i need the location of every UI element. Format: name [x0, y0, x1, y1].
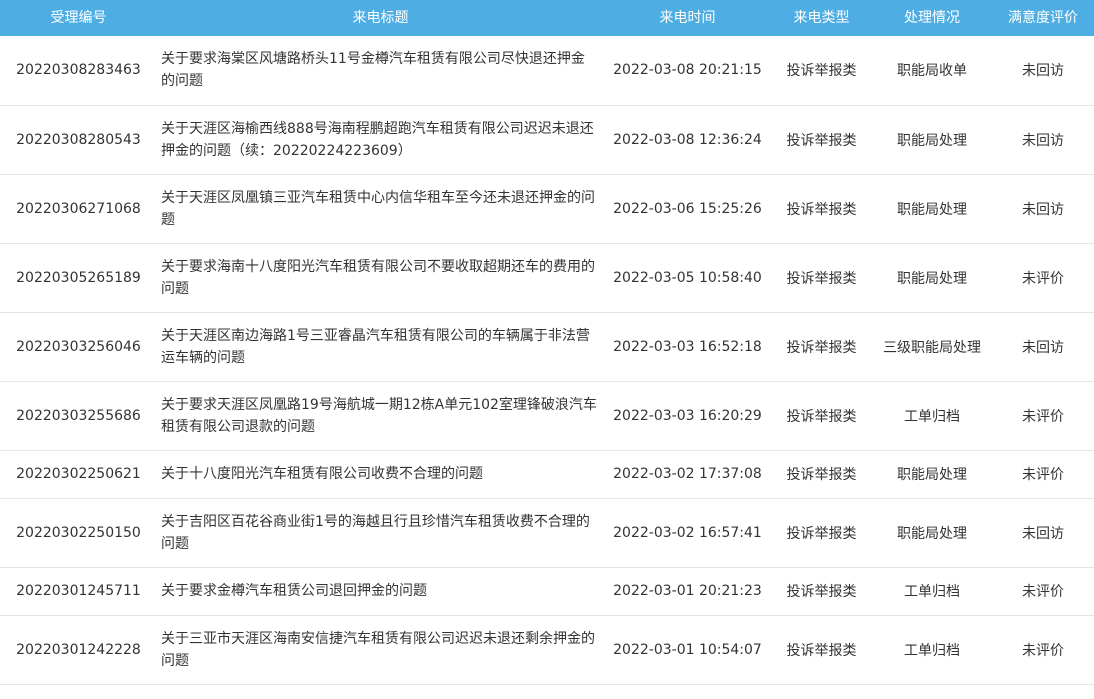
cell-rating: 未回访	[992, 105, 1094, 175]
cell-id: 20220302250621	[0, 450, 157, 499]
cell-rating: 未评价	[992, 615, 1094, 685]
cell-type: 投诉举报类	[771, 450, 872, 499]
header-row: 受理编号 来电标题 来电时间 来电类型 处理情况 满意度评价	[0, 0, 1094, 36]
cell-status: 职能局处理	[872, 450, 992, 499]
header-status: 处理情况	[872, 0, 992, 36]
cell-title: 关于要求海南十八度阳光汽车租赁有限公司不要收取超期还车的费用的问题	[157, 243, 604, 313]
cell-time: 2022-03-08 20:21:15	[604, 36, 771, 106]
title-link[interactable]: 关于三亚市天涯区海南安信捷汽车租赁有限公司迟迟未退还剩余押金的问题	[161, 631, 595, 669]
title-link[interactable]: 关于要求海南十八度阳光汽车租赁有限公司不要收取超期还车的费用的问题	[161, 259, 595, 297]
cell-id: 20220301242228	[0, 615, 157, 685]
cell-type: 投诉举报类	[771, 243, 872, 313]
table-row: 20220302250150 关于吉阳区百花谷商业街1号的海越且行且珍惜汽车租赁…	[0, 498, 1094, 568]
table-row: 20220306271068 关于天涯区凤凰镇三亚汽车租赁中心内信华租车至今还未…	[0, 174, 1094, 244]
table-header: 受理编号 来电标题 来电时间 来电类型 处理情况 满意度评价	[0, 0, 1094, 36]
cell-id: 20220305265189	[0, 243, 157, 313]
table-body: 20220308283463 关于要求海棠区风塘路桥头11号金樽汽车租赁有限公司…	[0, 36, 1094, 685]
cell-title: 关于要求天涯区凤凰路19号海航城一期12栋A单元102室理锋破浪汽车租赁有限公司…	[157, 381, 604, 451]
table-row: 20220308280543 关于天涯区海榆西线888号海南程鹏超跑汽车租赁有限…	[0, 105, 1094, 175]
table-row: 20220303255686 关于要求天涯区凤凰路19号海航城一期12栋A单元1…	[0, 381, 1094, 451]
cell-time: 2022-03-03 16:20:29	[604, 381, 771, 451]
cell-id: 20220308283463	[0, 36, 157, 106]
cell-title: 关于天涯区海榆西线888号海南程鹏超跑汽车租赁有限公司迟迟未退还押金的问题（续：…	[157, 105, 604, 175]
header-rating: 满意度评价	[992, 0, 1094, 36]
cell-type: 投诉举报类	[771, 312, 872, 382]
table-row: 20220301242228 关于三亚市天涯区海南安信捷汽车租赁有限公司迟迟未退…	[0, 615, 1094, 685]
cell-status: 三级职能局处理	[872, 312, 992, 382]
cell-time: 2022-03-03 16:52:18	[604, 312, 771, 382]
cell-rating: 未评价	[992, 243, 1094, 313]
table-row: 20220303256046 关于天涯区南边海路1号三亚睿晶汽车租赁有限公司的车…	[0, 312, 1094, 382]
header-time: 来电时间	[604, 0, 771, 36]
cell-title: 关于要求金樽汽车租赁公司退回押金的问题	[157, 567, 604, 616]
cell-title: 关于要求海棠区风塘路桥头11号金樽汽车租赁有限公司尽快退还押金的问题	[157, 36, 604, 106]
cell-id: 20220302250150	[0, 498, 157, 568]
cell-status: 工单归档	[872, 567, 992, 616]
cell-rating: 未回访	[992, 174, 1094, 244]
cell-id: 20220306271068	[0, 174, 157, 244]
cell-title: 关于三亚市天涯区海南安信捷汽车租赁有限公司迟迟未退还剩余押金的问题	[157, 615, 604, 685]
cell-status: 职能局处理	[872, 105, 992, 175]
cell-type: 投诉举报类	[771, 105, 872, 175]
title-link[interactable]: 关于要求海棠区风塘路桥头11号金樽汽车租赁有限公司尽快退还押金的问题	[161, 51, 585, 89]
cell-rating: 未回访	[992, 498, 1094, 568]
cell-rating: 未回访	[992, 312, 1094, 382]
cell-type: 投诉举报类	[771, 174, 872, 244]
cell-type: 投诉举报类	[771, 36, 872, 106]
table-row: 20220301245711 关于要求金樽汽车租赁公司退回押金的问题 2022-…	[0, 567, 1094, 616]
cell-status: 职能局处理	[872, 243, 992, 313]
title-link[interactable]: 关于要求天涯区凤凰路19号海航城一期12栋A单元102室理锋破浪汽车租赁有限公司…	[161, 397, 597, 435]
cell-time: 2022-03-06 15:25:26	[604, 174, 771, 244]
cell-time: 2022-03-08 12:36:24	[604, 105, 771, 175]
cell-title: 关于吉阳区百花谷商业街1号的海越且行且珍惜汽车租赁收费不合理的问题	[157, 498, 604, 568]
cell-title: 关于天涯区凤凰镇三亚汽车租赁中心内信华租车至今还未退还押金的问题	[157, 174, 604, 244]
cell-time: 2022-03-02 16:57:41	[604, 498, 771, 568]
title-link[interactable]: 关于天涯区海榆西线888号海南程鹏超跑汽车租赁有限公司迟迟未退还押金的问题（续：…	[161, 121, 594, 159]
cell-rating: 未回访	[992, 36, 1094, 106]
cell-id: 20220308280543	[0, 105, 157, 175]
cell-type: 投诉举报类	[771, 381, 872, 451]
header-id: 受理编号	[0, 0, 157, 36]
header-type: 来电类型	[771, 0, 872, 36]
cell-rating: 未评价	[992, 567, 1094, 616]
cell-status: 工单归档	[872, 381, 992, 451]
cell-type: 投诉举报类	[771, 615, 872, 685]
table-row: 20220305265189 关于要求海南十八度阳光汽车租赁有限公司不要收取超期…	[0, 243, 1094, 313]
cell-time: 2022-03-01 10:54:07	[604, 615, 771, 685]
table-row: 20220308283463 关于要求海棠区风塘路桥头11号金樽汽车租赁有限公司…	[0, 36, 1094, 106]
cell-id: 20220303255686	[0, 381, 157, 451]
cell-id: 20220303256046	[0, 312, 157, 382]
cell-status: 工单归档	[872, 615, 992, 685]
title-link[interactable]: 关于天涯区南边海路1号三亚睿晶汽车租赁有限公司的车辆属于非法营运车辆的问题	[161, 328, 590, 366]
cell-title: 关于十八度阳光汽车租赁有限公司收费不合理的问题	[157, 450, 604, 499]
cell-id: 20220301245711	[0, 567, 157, 616]
cell-rating: 未评价	[992, 381, 1094, 451]
title-link[interactable]: 关于要求金樽汽车租赁公司退回押金的问题	[161, 583, 427, 599]
complaint-table: 受理编号 来电标题 来电时间 来电类型 处理情况 满意度评价 202203082…	[0, 0, 1094, 685]
cell-type: 投诉举报类	[771, 498, 872, 568]
cell-status: 职能局处理	[872, 498, 992, 568]
table-row: 20220302250621 关于十八度阳光汽车租赁有限公司收费不合理的问题 2…	[0, 450, 1094, 499]
cell-time: 2022-03-05 10:58:40	[604, 243, 771, 313]
cell-type: 投诉举报类	[771, 567, 872, 616]
title-link[interactable]: 关于天涯区凤凰镇三亚汽车租赁中心内信华租车至今还未退还押金的问题	[161, 190, 595, 228]
cell-time: 2022-03-01 20:21:23	[604, 567, 771, 616]
cell-time: 2022-03-02 17:37:08	[604, 450, 771, 499]
title-link[interactable]: 关于十八度阳光汽车租赁有限公司收费不合理的问题	[161, 466, 483, 482]
cell-status: 职能局处理	[872, 174, 992, 244]
cell-rating: 未评价	[992, 450, 1094, 499]
cell-title: 关于天涯区南边海路1号三亚睿晶汽车租赁有限公司的车辆属于非法营运车辆的问题	[157, 312, 604, 382]
title-link[interactable]: 关于吉阳区百花谷商业街1号的海越且行且珍惜汽车租赁收费不合理的问题	[161, 514, 590, 552]
header-title: 来电标题	[157, 0, 604, 36]
cell-status: 职能局收单	[872, 36, 992, 106]
